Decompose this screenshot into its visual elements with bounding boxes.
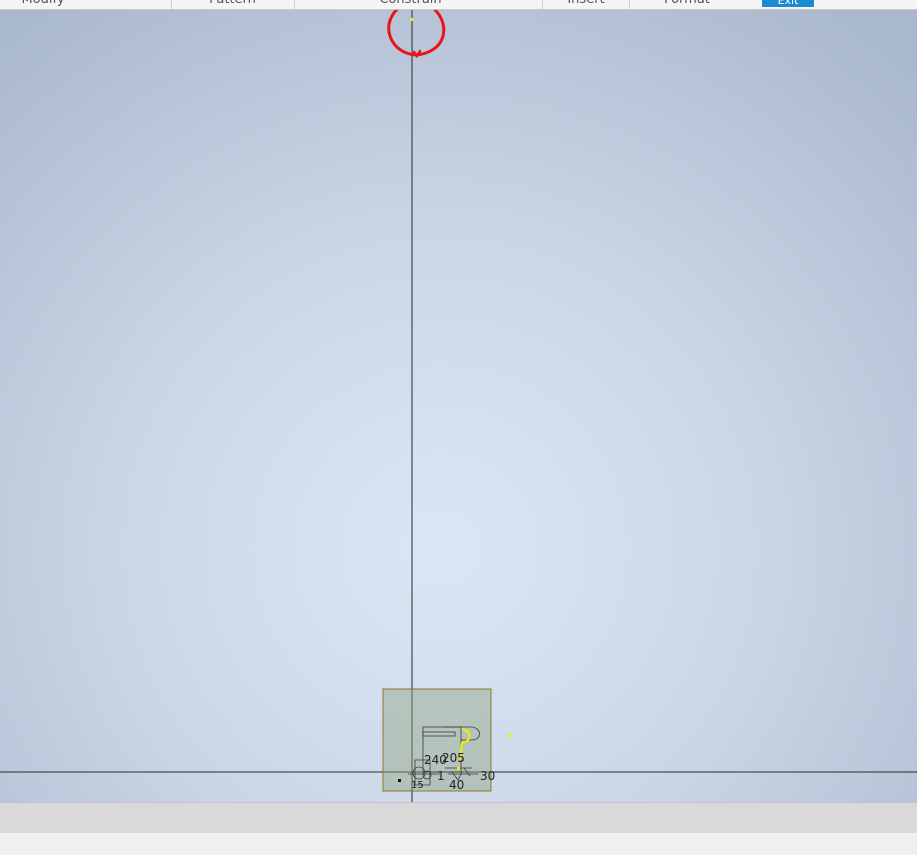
dimension-label[interactable]: 205 [442, 751, 465, 765]
dimension-label[interactable]: 15 [411, 780, 424, 791]
ribbon-group-insert[interactable]: Insert [566, 0, 606, 9]
finish-sketch-button[interactable]: Exit [762, 0, 814, 7]
sketch-point[interactable] [457, 767, 460, 770]
sketch-point[interactable] [410, 18, 413, 21]
sketch-point[interactable] [398, 779, 401, 782]
dimension-label[interactable]: 40 [449, 778, 464, 792]
graphics-viewport[interactable]: 240 205 30 40 1 15 [0, 10, 917, 802]
dimension-label[interactable]: 1 [437, 769, 445, 783]
status-bar [0, 832, 917, 855]
document-tab-bar [0, 802, 917, 833]
sketch-point[interactable] [509, 734, 512, 737]
cad-application: Modify Pattern Constrain Insert Format E… [0, 0, 917, 855]
red-annotation-circle [387, 10, 446, 57]
ribbon-group-constrain[interactable]: Constrain [378, 0, 443, 9]
ribbon-group-modify[interactable]: Modify [18, 0, 68, 9]
ribbon-separator [294, 0, 295, 9]
sketch-canvas[interactable]: 240 205 30 40 1 15 [0, 10, 917, 802]
ribbon-separator [542, 0, 543, 9]
ribbon-group-format[interactable]: Format [662, 0, 712, 9]
ribbon-separator [629, 0, 630, 9]
ribbon-group-pattern[interactable]: Pattern [205, 0, 260, 9]
ribbon-separator [171, 0, 172, 9]
dimension-label[interactable]: 30 [480, 769, 495, 783]
ribbon-panel-bar: Modify Pattern Constrain Insert Format E… [0, 0, 917, 10]
